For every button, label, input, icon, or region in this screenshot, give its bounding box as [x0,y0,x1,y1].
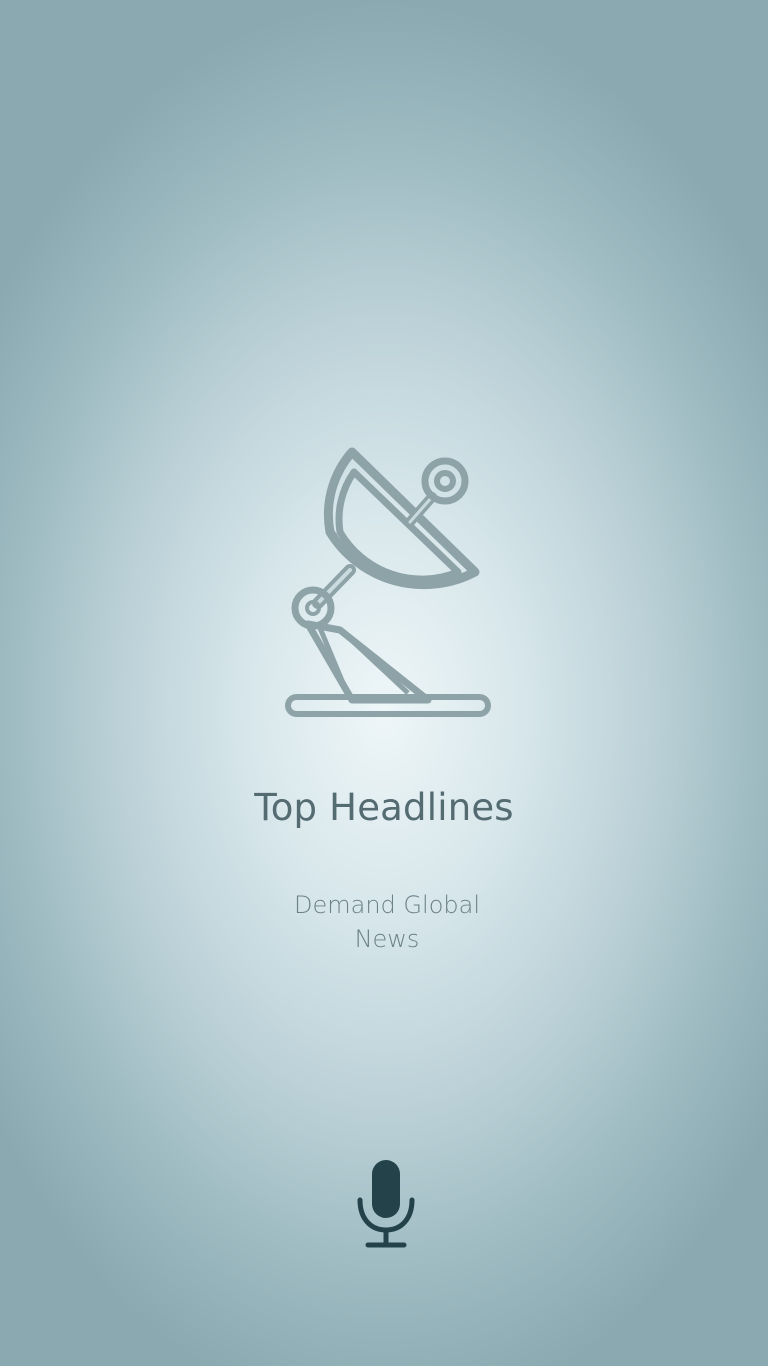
microphone-button[interactable] [354,1158,418,1250]
page-subtitle: Demand Global News [294,891,480,953]
satellite-dish-icon [280,440,496,725]
app-screen: Top Headlines Demand Global News [0,0,768,1366]
microphone-icon [357,1160,415,1248]
page-title: Top Headlines [254,786,514,829]
